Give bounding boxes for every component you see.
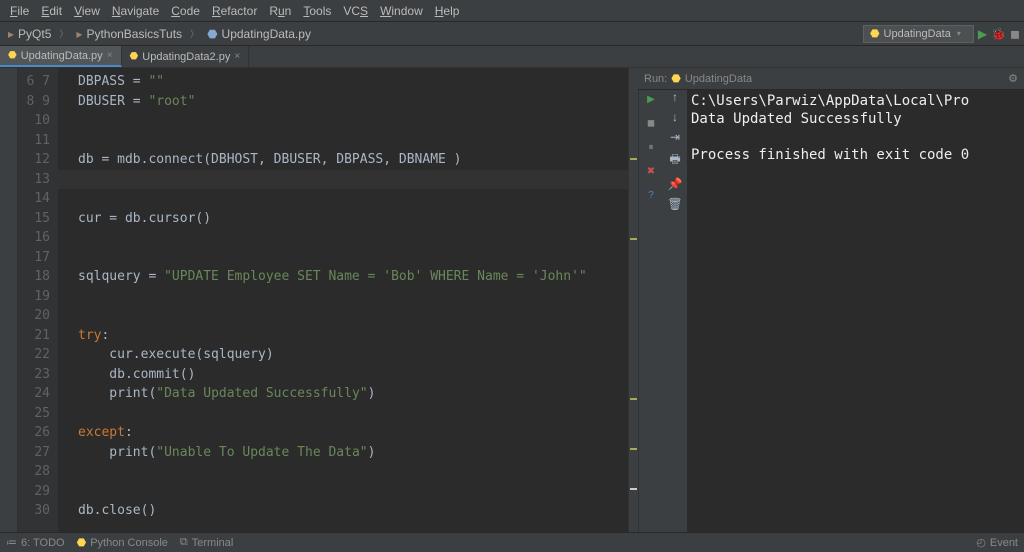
- up-button[interactable]: ↑: [672, 90, 678, 104]
- status-event-log[interactable]: ◴Event: [976, 536, 1018, 549]
- breadcrumb-label: PythonBasicsTuts: [86, 27, 182, 41]
- help-button[interactable]: ?: [642, 186, 660, 204]
- python-file-icon: ⬣: [8, 50, 17, 61]
- tab-updatingdata2[interactable]: ⬣ UpdatingData2.py ×: [122, 46, 250, 67]
- tab-updatingdata[interactable]: ⬣ UpdatingData.py ×: [0, 46, 122, 67]
- menu-navigate[interactable]: Navigate: [106, 4, 165, 18]
- folder-icon: ▸: [76, 27, 82, 41]
- settings-icon[interactable]: ⚙: [1008, 72, 1018, 85]
- run-tool-window: ▶ ◼ ⏸ ✖ ? ↑ ↓ ⇥ 🖶 📌 🗑 C:\Users\Parwiz\Ap…: [638, 68, 1024, 532]
- menu-file[interactable]: File: [4, 4, 35, 18]
- run-panel-header: Run: ⬣ UpdatingData ⚙: [638, 68, 1024, 90]
- tab-label: UpdatingData2.py: [142, 51, 230, 63]
- stop-button[interactable]: ◼: [642, 114, 660, 132]
- run-controls-left: ▶ ◼ ⏸ ✖ ?: [639, 68, 663, 532]
- down-button[interactable]: ↓: [672, 110, 678, 124]
- close-icon[interactable]: ×: [234, 51, 240, 62]
- python-file-icon: ⬣: [130, 51, 139, 62]
- stop-button[interactable]: ◼: [1010, 27, 1020, 41]
- menu-bar: File Edit View Navigate Code Refactor Ru…: [0, 0, 1024, 22]
- menu-help[interactable]: Help: [429, 4, 466, 18]
- menu-vcs[interactable]: VCS: [337, 4, 374, 18]
- menu-edit[interactable]: Edit: [35, 4, 68, 18]
- toolbar: ▸ PyQt5 〉 ▸ PythonBasicsTuts 〉 ⬣ UpdatingDa…: [0, 22, 1024, 46]
- console-output[interactable]: C:\Users\Parwiz\AppData\Local\Pro Data U…: [687, 68, 1024, 532]
- code-editor[interactable]: 6 7 8 9 10 11 12 13 14 15 16 17 18 19 20…: [18, 68, 638, 532]
- rerun-button[interactable]: ▶: [642, 90, 660, 108]
- pause-button[interactable]: ⏸: [642, 138, 660, 156]
- chevron-right-icon: 〉: [59, 27, 68, 40]
- menu-run[interactable]: Run: [263, 4, 297, 18]
- wrap-button[interactable]: ⇥: [670, 130, 680, 144]
- status-python-console[interactable]: ⬣Python Console: [77, 536, 168, 549]
- run-button[interactable]: ▶: [978, 27, 987, 41]
- delete-button[interactable]: 🗑: [667, 197, 682, 211]
- menu-window[interactable]: Window: [374, 4, 429, 18]
- status-terminal[interactable]: ⧉Terminal: [180, 536, 233, 549]
- breadcrumb-label: PyQt5: [18, 27, 51, 41]
- menu-code[interactable]: Code: [165, 4, 206, 18]
- breadcrumb-root[interactable]: ▸ PyQt5: [4, 27, 55, 41]
- python-file-icon: ⬣: [207, 27, 217, 41]
- close-icon[interactable]: ×: [107, 50, 113, 61]
- debug-button[interactable]: 🐞: [991, 27, 1006, 41]
- exit-button[interactable]: ✖: [642, 162, 660, 180]
- run-panel-name: UpdatingData: [685, 73, 752, 85]
- chevron-right-icon: 〉: [190, 27, 199, 40]
- editor-scrollbar[interactable]: [628, 68, 638, 532]
- tab-label: UpdatingData.py: [21, 50, 103, 62]
- code-area[interactable]: DBPASS = "" DBUSER = "root" db = mdb.con…: [58, 68, 628, 532]
- folder-icon: ▸: [8, 27, 14, 41]
- left-gutter: [0, 68, 18, 532]
- menu-tools[interactable]: Tools: [297, 4, 337, 18]
- run-controls-right: ↑ ↓ ⇥ 🖶 📌 🗑: [663, 68, 687, 532]
- python-icon: ⬣: [671, 72, 681, 85]
- line-numbers: 6 7 8 9 10 11 12 13 14 15 16 17 18 19 20…: [18, 68, 58, 532]
- python-icon: ⬣: [870, 27, 880, 40]
- breadcrumb-label: UpdatingData.py: [222, 27, 311, 41]
- editor-tabs: ⬣ UpdatingData.py × ⬣ UpdatingData2.py ×: [0, 46, 1024, 68]
- run-config-label: UpdatingData: [884, 28, 951, 40]
- breadcrumb-folder[interactable]: ▸ PythonBasicsTuts: [72, 27, 186, 41]
- status-todo[interactable]: ≔6: TODO: [6, 536, 65, 549]
- menu-refactor[interactable]: Refactor: [206, 4, 263, 18]
- menu-view[interactable]: View: [68, 4, 106, 18]
- pin-button[interactable]: 📌: [668, 177, 683, 191]
- run-config-dropdown[interactable]: ⬣ UpdatingData: [863, 25, 974, 43]
- breadcrumb-file[interactable]: ⬣ UpdatingData.py: [203, 27, 315, 41]
- main-area: 6 7 8 9 10 11 12 13 14 15 16 17 18 19 20…: [0, 68, 1024, 532]
- print-button[interactable]: 🖶: [669, 150, 680, 171]
- run-panel-title: Run:: [644, 73, 667, 85]
- status-bar: ≔6: TODO ⬣Python Console ⧉Terminal ◴Even…: [0, 532, 1024, 552]
